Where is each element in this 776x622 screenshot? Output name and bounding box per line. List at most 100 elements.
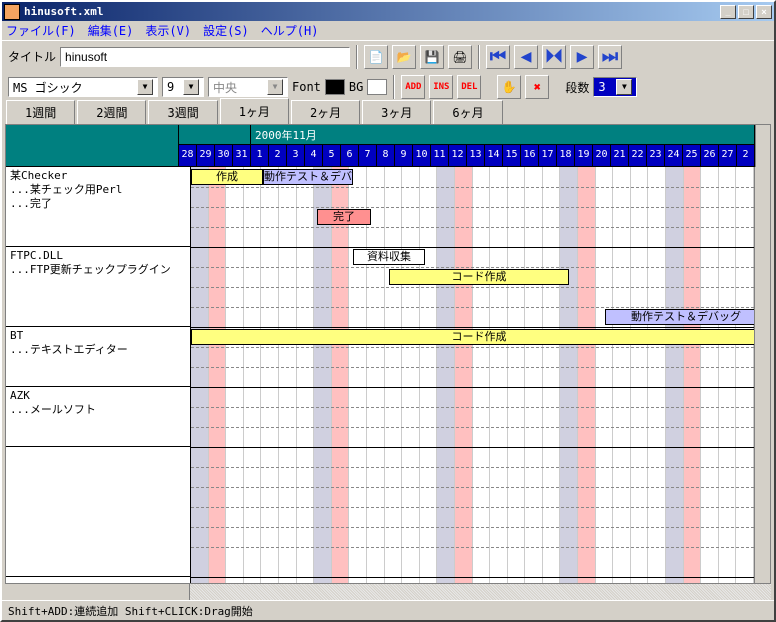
align-value: 中央 xyxy=(213,79,237,96)
del-button[interactable]: DEL xyxy=(457,75,481,99)
align-combo[interactable]: 中央▼ xyxy=(208,77,288,97)
task-group[interactable]: 某Checker...某チェック用Perl...完了 xyxy=(6,167,190,247)
nav-last-button[interactable]: ⏭ xyxy=(598,45,622,69)
day-header: 10 xyxy=(413,145,431,167)
app-icon xyxy=(4,4,20,20)
day-header: 16 xyxy=(521,145,539,167)
vertical-scrollbar[interactable] xyxy=(754,167,770,583)
menu-item[interactable]: ファイル(F) xyxy=(6,22,76,39)
font-color-swatch[interactable] xyxy=(325,79,345,95)
toolbar-title: タイトル 📄 📂 💾 🖨 ⏮ ◀ ⏵⏴ ▶ ⏭ xyxy=(2,40,774,72)
nav-first-button[interactable]: ⏮ xyxy=(486,45,510,69)
range-tab[interactable]: 2ヶ月 xyxy=(291,100,360,124)
day-header: 4 xyxy=(305,145,323,167)
ins-button[interactable]: INS xyxy=(429,75,453,99)
day-header: 8 xyxy=(377,145,395,167)
steps-label: 段数 xyxy=(565,79,589,96)
titlebar: hinusoft.xml _ □ × xyxy=(2,2,774,21)
range-tab[interactable]: 2週間 xyxy=(77,100,146,124)
font-name-combo[interactable]: MS ゴシック▼ xyxy=(8,77,158,97)
menubar: ファイル(F) 編集(E) 表示(V) 設定(S) ヘルプ(H) xyxy=(2,21,774,40)
range-tabs: 1週間2週間3週間1ヶ月2ヶ月3ヶ月6ヶ月 xyxy=(2,102,774,124)
task-group[interactable] xyxy=(6,447,190,577)
hand-button[interactable]: ✋ xyxy=(497,75,521,99)
toolbar-format: MS ゴシック▼ 9▼ 中央▼ Font BG ADD INS DEL ✋ ✖ … xyxy=(2,72,774,102)
day-header: 25 xyxy=(683,145,701,167)
gantt-bar[interactable]: 完了 xyxy=(317,209,371,225)
month-header: 2000年11月 xyxy=(251,125,755,144)
print-button[interactable]: 🖨 xyxy=(448,45,472,69)
horizontal-scrollbar[interactable] xyxy=(5,584,771,600)
font-size-combo[interactable]: 9▼ xyxy=(162,77,204,97)
bg-color-label: BG xyxy=(349,80,363,94)
range-tab[interactable]: 3週間 xyxy=(148,100,217,124)
menu-item[interactable]: 編集(E) xyxy=(88,22,134,39)
day-header: 24 xyxy=(665,145,683,167)
day-header: 31 xyxy=(233,145,251,167)
day-header: 11 xyxy=(431,145,449,167)
range-tab[interactable]: 6ヶ月 xyxy=(433,100,502,124)
day-header: 17 xyxy=(539,145,557,167)
steps-value: 3 xyxy=(598,80,605,94)
gantt-area[interactable]: 作成動作テスト＆デバッグ完了資料収集コード作成動作テスト＆デバッグコード作成 xyxy=(191,167,754,583)
close-button[interactable]: × xyxy=(756,5,772,19)
day-header: 7 xyxy=(359,145,377,167)
task-list: 某Checker...某チェック用Perl...完了FTPC.DLL...FTP… xyxy=(6,167,191,583)
bg-color-swatch[interactable] xyxy=(367,79,387,95)
nav-prev-button[interactable]: ◀ xyxy=(514,45,538,69)
title-label: タイトル xyxy=(8,48,56,65)
save-button[interactable]: 💾 xyxy=(420,45,444,69)
gantt-bar[interactable]: コード作成 xyxy=(191,329,754,345)
maximize-button[interactable]: □ xyxy=(738,5,754,19)
day-header: 9 xyxy=(395,145,413,167)
steps-combo[interactable]: 3▼ xyxy=(593,77,637,97)
minimize-button[interactable]: _ xyxy=(720,5,736,19)
menu-item[interactable]: 表示(V) xyxy=(145,22,191,39)
menu-item[interactable]: ヘルプ(H) xyxy=(261,22,319,39)
font-name-value: MS ゴシック xyxy=(13,79,83,96)
cancel-button[interactable]: ✖ xyxy=(525,75,549,99)
menu-item[interactable]: 設定(S) xyxy=(203,22,249,39)
gantt-bar[interactable]: 動作テスト＆デバッグ xyxy=(605,309,754,325)
day-header: 19 xyxy=(575,145,593,167)
day-header: 15 xyxy=(503,145,521,167)
range-tab[interactable]: 3ヶ月 xyxy=(362,100,431,124)
open-button[interactable]: 📂 xyxy=(392,45,416,69)
day-header: 3 xyxy=(287,145,305,167)
font-size-value: 9 xyxy=(167,80,174,94)
day-header: 27 xyxy=(719,145,737,167)
window-title: hinusoft.xml xyxy=(24,5,720,18)
task-group[interactable]: BT...テキストエディター xyxy=(6,327,190,387)
statusbar: Shift+ADD:連続追加 Shift+CLICK:Drag開始 xyxy=(2,600,774,620)
nav-today-button[interactable]: ⏵⏴ xyxy=(542,45,566,69)
title-input[interactable] xyxy=(60,47,350,67)
nav-next-button[interactable]: ▶ xyxy=(570,45,594,69)
day-header: 26 xyxy=(701,145,719,167)
day-header: 1 xyxy=(251,145,269,167)
day-header: 2 xyxy=(737,145,755,167)
task-group[interactable]: FTPC.DLL...FTP更新チェックプラグイン xyxy=(6,247,190,327)
day-header-row: 2829303112345678910111213141516171819202… xyxy=(179,145,755,167)
day-header: 2 xyxy=(269,145,287,167)
task-group[interactable]: AZK...メールソフト xyxy=(6,387,190,447)
day-header: 14 xyxy=(485,145,503,167)
gantt-bar[interactable]: 動作テスト＆デバッグ xyxy=(263,169,353,185)
add-button[interactable]: ADD xyxy=(401,75,425,99)
day-header: 23 xyxy=(647,145,665,167)
font-color-label: Font xyxy=(292,80,321,94)
gantt-bar[interactable]: コード作成 xyxy=(389,269,569,285)
gantt-bar[interactable]: 作成 xyxy=(191,169,263,185)
grid-corner xyxy=(6,125,179,167)
range-tab[interactable]: 1週間 xyxy=(6,100,75,124)
day-header: 6 xyxy=(341,145,359,167)
prev-month xyxy=(179,125,251,144)
range-tab[interactable]: 1ヶ月 xyxy=(220,98,289,125)
new-button[interactable]: 📄 xyxy=(364,45,388,69)
day-header: 30 xyxy=(215,145,233,167)
day-header: 5 xyxy=(323,145,341,167)
day-header: 12 xyxy=(449,145,467,167)
day-header: 22 xyxy=(629,145,647,167)
gantt-bar[interactable]: 資料収集 xyxy=(353,249,425,265)
day-header: 21 xyxy=(611,145,629,167)
day-header: 13 xyxy=(467,145,485,167)
